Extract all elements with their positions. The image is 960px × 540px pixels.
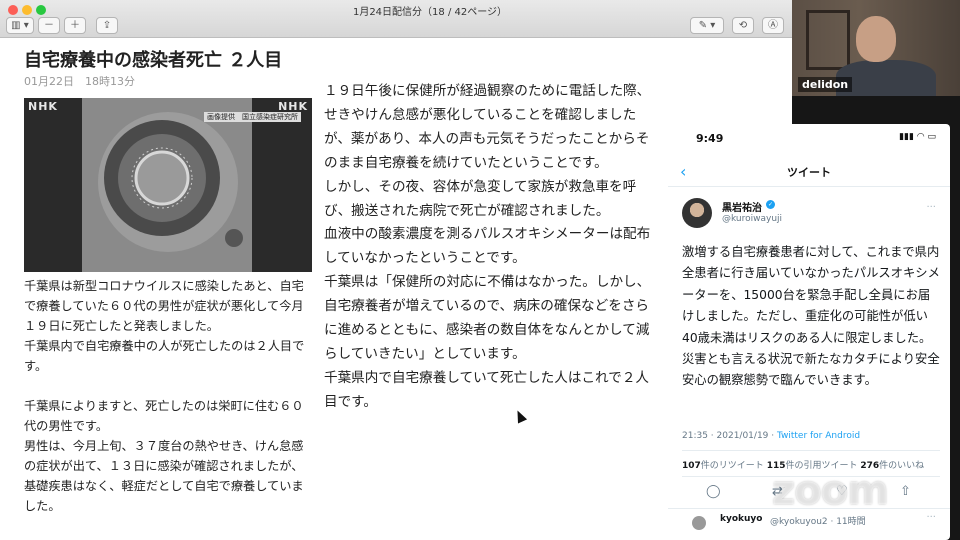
retweet-count: 107 [682,461,701,471]
markup-pen-icon[interactable]: ✎ ▾ [690,17,724,34]
coronavirus-image [24,98,312,272]
paragraph: 千葉県内で自宅療養していて死亡した人はこれで２人目です。 [324,369,650,410]
tweet-timestamp: 21:35 · 2021/01/19 · [682,431,777,441]
zoom-in-icon[interactable]: ＋ [64,17,86,34]
sidebar-toggle-icon[interactable]: ▥ ▾ [6,17,34,34]
photo-caption: 画像提供 国立感染症研究所 [204,112,301,122]
author-name[interactable]: 黒岩祐治 [722,199,762,214]
paragraph: 千葉県によりますと、死亡したのは栄町に住む６０代の男性です。 [24,399,304,433]
article-body-left: 千葉県は新型コロナウイルスに感染したあと、自宅で療養していた６０代の男性が症状が… [24,276,314,516]
screen: 1月24日配信分（18 / 42ページ） ▥ ▾ － ＋ ⇪ ✎ ▾ ⟲ Ⓐ 自… [0,0,960,540]
tweet-source-link[interactable]: Twitter for Android [777,431,860,441]
close-window-button[interactable] [8,5,18,15]
webcam-video: delidon [792,0,960,96]
verified-badge-icon: ✓ [766,200,775,209]
paragraph: 千葉県は新型コロナウイルスに感染したあと、自宅で療養していた６０代の男性が症状が… [24,279,304,333]
reply-avatar[interactable] [692,516,706,530]
paragraph: １９日午後に保健所が経過観察のために電話した際、せきやけん怠感が悪化していること… [324,83,651,171]
tweet-text: 激増する自宅療養患者に対して、これまで県内全患者に行き届いていなかったパルスオキ… [682,245,940,388]
share-icon[interactable]: ⇪ [96,17,118,34]
document-title: 1月24日配信分（18 / 42ページ） [352,7,508,18]
avatar[interactable] [682,198,712,228]
reply-username[interactable]: kyokuyo [720,514,762,524]
paragraph: 血液中の酸素濃度を測るパルスオキシメーターは配布していなかったということです。 [324,226,651,267]
author-handle: @kuroiwayuji [722,214,783,224]
paragraph: 千葉県は「保健所の対応に不備はなかった。しかし、自宅療養者が増えているので、病床… [324,274,651,362]
annotate-icon[interactable]: Ⓐ [762,17,784,34]
webcam-picture-frame [806,10,850,70]
nhk-logo-left: NHK [28,100,58,113]
webcam-person-head [856,16,896,62]
virus-photo: NHK NHK 画像提供 国立感染症研究所 [24,98,312,272]
retweet-label[interactable]: 件のリツイート [701,461,764,471]
paragraph: しかし、その夜、容体が急変して家族が救急車を呼び、搬送された病院で死亡が確認され… [324,178,637,219]
paragraph: 千葉県内で自宅療養中の人が死亡したのは２人目です。 [24,339,305,373]
status-time: 9:49 [696,132,724,145]
article-date: 01月22日 18時13分 [24,75,135,88]
article-title: 自宅療養中の感染者死亡 ２人目 [24,50,283,71]
divider [668,186,950,187]
article-body-middle: １９日午後に保健所が経過観察のために電話した際、せきやけん怠感が悪化していること… [324,80,654,415]
more-options-icon[interactable]: ··· [926,202,936,213]
divider [682,450,940,451]
participant-name: delidon [798,77,853,92]
tweet-meta: 21:35 · 2021/01/19 · Twitter for Android [682,431,860,441]
nav-title: ツイート [787,166,831,179]
zoom-window-button[interactable] [36,5,46,15]
paragraph: 男性は、今月上旬、３７度台の熱やせき、けん怠感の症状が出て、１３日に感染が確認さ… [24,439,304,513]
share-tweet-icon[interactable]: ⇧ [900,484,911,499]
zoom-watermark: zoom [772,468,889,514]
title-bar: 1月24日配信分（18 / 42ページ） ▥ ▾ － ＋ ⇪ ✎ ▾ ⟲ Ⓐ [0,0,792,38]
minimize-window-button[interactable] [22,5,32,15]
zoom-out-icon[interactable]: － [38,17,60,34]
reply-meta: @kyokuyou2 · 11時間 [770,517,866,527]
reply-icon[interactable]: ◯ [706,484,721,499]
reply-more-icon[interactable]: ··· [926,512,936,523]
signal-wifi-battery-icon: ▮▮▮ ◠ ▭ [899,132,936,142]
rotate-icon[interactable]: ⟲ [732,17,754,34]
